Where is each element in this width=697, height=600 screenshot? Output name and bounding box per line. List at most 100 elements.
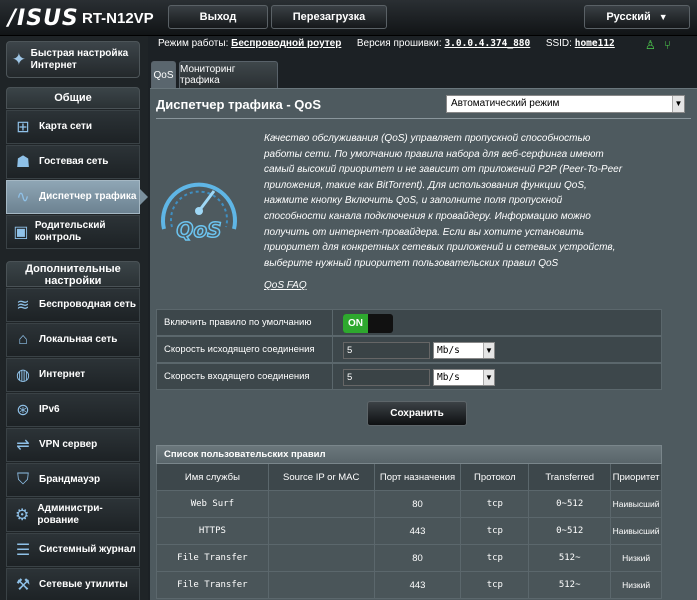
chevron-down-icon: ▼ [658, 12, 668, 22]
sidebar-item-wireless[interactable]: ≋ Беспроводная сеть [6, 288, 140, 322]
sidebar-item-parental-control[interactable]: ▣ Родительский контроль [6, 215, 140, 249]
mode-link[interactable]: Беспроводной роутер [231, 38, 341, 49]
sidebar-item-ipv6[interactable]: ⊛ IPv6 [6, 393, 140, 427]
sidebar-item-label: Беспроводная сеть [39, 299, 137, 310]
sidebar-item-vpn[interactable]: ⇌ VPN сервер [6, 428, 140, 462]
sidebar-item-system-log[interactable]: ☰ Системный журнал [6, 533, 140, 567]
table-header-row: Имя службы Source IP or MAC Порт назначе… [156, 464, 663, 491]
default-rule-toggle[interactable]: ON [343, 314, 393, 333]
system-log-icon: ☰ [15, 542, 31, 559]
sidebar-item-label: Сетевые утилиты [39, 579, 128, 590]
download-speed-row: Скорость входящего соединения 5 Mb/s ▼ [156, 363, 662, 390]
firewall-icon: ⛉ [16, 471, 29, 488]
toggle-on-label: ON [343, 314, 368, 333]
logout-button[interactable]: Выход [168, 5, 268, 29]
save-button[interactable]: Сохранить [367, 401, 467, 426]
sidebar-item-label: Родительский контроль [34, 220, 106, 243]
header-protocol: Протокол [461, 464, 530, 490]
cell-priority: Наивысший [611, 518, 663, 544]
svg-text:QoS: QoS [176, 218, 221, 242]
cell-service: File Transfer [157, 545, 269, 571]
header-transferred: Transferred [529, 464, 612, 490]
cell-port: 443 [375, 518, 462, 544]
cell-source [269, 572, 375, 598]
firmware-link[interactable]: 3.0.0.4.374_880 [444, 38, 530, 49]
sidebar-item-guest-network[interactable]: ☗ Гостевая сеть [6, 145, 140, 179]
sidebar-item-internet[interactable]: ◍ Интернет [6, 358, 140, 392]
user-status-icon[interactable]: ♙ [645, 38, 656, 52]
sidebar-item-traffic-manager[interactable]: ∿ Диспетчер трафика [6, 180, 148, 214]
ipv6-icon: ⊛ [16, 402, 30, 419]
cell-protocol: tcp [461, 545, 530, 571]
rules-table-title: Список пользовательских правил [156, 445, 662, 464]
guest-network-icon: ☗ [15, 154, 31, 171]
top-bar: /ISUS RT-N12VP Выход Перезагрузка Русски… [0, 0, 697, 36]
cell-transferred: 0~512 [529, 491, 612, 517]
table-row[interactable]: Web Surf 80 tcp 0~512 Наивысший [156, 491, 663, 518]
usb-status-icon[interactable]: ⑂ [664, 38, 671, 52]
cell-priority: Низкий [611, 545, 663, 571]
sidebar-item-label: IPv6 [39, 404, 60, 415]
sidebar-item-label: Карта сети [39, 121, 93, 132]
model-name: RT-N12VP [82, 10, 154, 27]
sidebar-item-label: Гостевая сеть [39, 156, 109, 167]
sidebar-item-administration[interactable]: ⚙ Администри-рование [6, 498, 140, 532]
language-select[interactable]: Русский ▼ [584, 5, 690, 29]
header-priority: Приоритет [611, 464, 663, 490]
tab-traffic-monitor[interactable]: Мониторинг трафика [179, 61, 278, 88]
internet-icon: ◍ [16, 367, 30, 384]
sidebar-item-firewall[interactable]: ⛉ Брандмауэр [6, 463, 140, 497]
cell-protocol: tcp [461, 518, 530, 544]
sidebar-item-label: Системный журнал [39, 544, 136, 555]
download-unit-value: Mb/s [437, 372, 460, 383]
table-row[interactable]: File Transfer 443 tcp 512~ Низкий [156, 572, 663, 599]
reboot-button[interactable]: Перезагрузка [271, 5, 387, 29]
cell-protocol: tcp [461, 572, 530, 598]
upload-unit-select[interactable]: Mb/s ▼ [433, 342, 495, 359]
sidebar-item-network-tools[interactable]: ⚒ Сетевые утилиты [6, 568, 140, 600]
quick-setup-button[interactable]: ✦ Быстрая настройка Интернет [6, 41, 140, 78]
download-speed-input[interactable]: 5 [343, 369, 430, 386]
upload-speed-input[interactable]: 5 [343, 342, 430, 359]
upload-speed-row: Скорость исходящего соединения 5 Mb/s ▼ [156, 336, 662, 363]
default-rule-label: Включить правило по умолчанию [157, 310, 333, 335]
qos-faq-link[interactable]: QoS FAQ [264, 280, 307, 291]
qos-mode-value: Автоматический режим [451, 98, 560, 109]
wireless-icon: ≋ [16, 297, 30, 314]
header-service: Имя службы [157, 464, 269, 490]
tab-qos[interactable]: QoS [151, 61, 176, 88]
cell-priority: Низкий [611, 572, 663, 598]
administration-icon: ⚙ [15, 507, 30, 524]
sidebar-item-label: Интернет [39, 369, 86, 380]
status-info-line: Режим работы: Беспроводной роутер Версия… [158, 38, 615, 54]
upload-unit-value: Mb/s [437, 345, 460, 356]
status-icons: ♙ ⑂ [645, 38, 671, 52]
cell-service: HTTPS [157, 518, 269, 544]
header-port: Порт назначения [375, 464, 462, 490]
mode-label: Режим работы: [158, 38, 229, 49]
firmware-label: Версия прошивки: [356, 38, 442, 49]
general-section-title: Общие [6, 87, 140, 109]
chevron-down-icon: ▼ [483, 343, 494, 358]
table-row[interactable]: File Transfer 80 tcp 512~ Низкий [156, 545, 663, 572]
chevron-down-icon: ▼ [483, 370, 494, 385]
page-title: Диспетчер трафика - QoS [156, 97, 322, 112]
table-row[interactable]: HTTPS 443 tcp 0~512 Наивысший [156, 518, 663, 545]
ssid-link[interactable]: home112 [575, 38, 615, 49]
cell-transferred: 0~512 [529, 518, 612, 544]
cell-port: 80 [375, 545, 462, 571]
title-divider [156, 118, 691, 119]
asus-logo: /ISUS [8, 6, 79, 31]
download-unit-select[interactable]: Mb/s ▼ [433, 369, 495, 386]
qos-mode-select[interactable]: Автоматический режим ▼ [446, 95, 685, 113]
network-map-icon: ⊞ [16, 119, 30, 136]
cell-port: 80 [375, 491, 462, 517]
sidebar-item-network-map[interactable]: ⊞ Карта сети [6, 110, 140, 144]
sidebar-item-lan[interactable]: ⌂ Локальная сеть [6, 323, 140, 357]
sidebar-item-label: VPN сервер [39, 439, 98, 450]
cell-source [269, 545, 375, 571]
vpn-icon: ⇌ [16, 437, 30, 454]
advanced-section-title: Дополнительные настройки [6, 261, 140, 287]
cell-service: File Transfer [157, 572, 269, 598]
parental-control-icon: ▣ [13, 224, 29, 241]
